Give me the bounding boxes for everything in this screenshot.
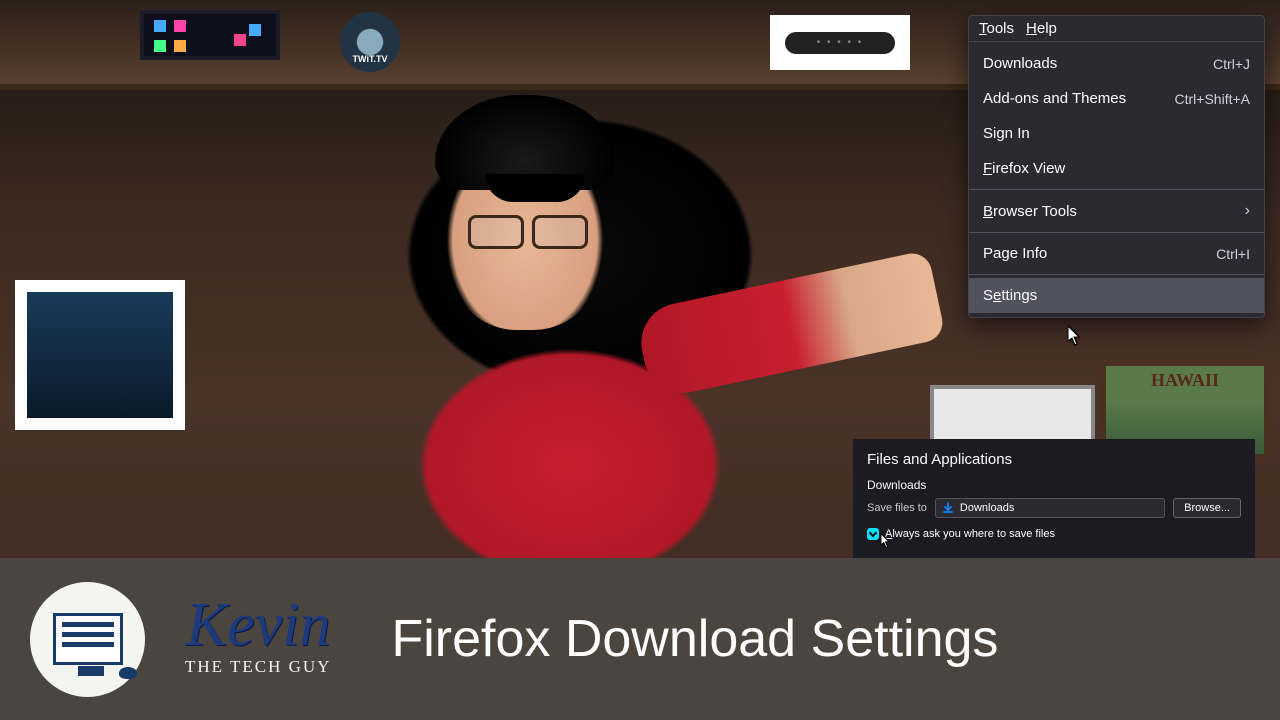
video-title: Firefox Download Settings: [391, 609, 998, 669]
title-banner: Kevin THE TECH GUY Firefox Download Sett…: [0, 558, 1280, 720]
always-ask-label: Always ask you where to save files: [885, 528, 1055, 540]
menu-label: Add-ons and Themes: [983, 90, 1126, 107]
menu-shortcut: Ctrl+I: [1216, 246, 1250, 262]
menu-label: Browser Tools: [983, 203, 1077, 220]
menu-item-firefox-view[interactable]: Firefox View: [969, 151, 1264, 186]
watch-frame: • • • • •: [770, 15, 910, 70]
always-ask-option[interactable]: Always ask you where to save files: [867, 528, 1241, 540]
glasses: [468, 215, 588, 245]
download-path-field[interactable]: Downloads: [935, 498, 1165, 518]
twit-logo: TWiT.TV: [340, 12, 400, 72]
menu-item-page-info[interactable]: Page Info Ctrl+I: [969, 236, 1264, 271]
menu-item-browser-tools[interactable]: Browser Tools ›: [969, 193, 1264, 229]
menu-separator: [969, 274, 1264, 275]
download-path-value: Downloads: [960, 502, 1014, 514]
kevin-name: Kevin: [186, 601, 331, 651]
section-title: Files and Applications: [867, 451, 1241, 468]
firefox-tools-menu: Tools Help Downloads Ctrl+J Add-ons and …: [968, 15, 1265, 318]
menu-label: Downloads: [983, 55, 1057, 72]
menu-label: Settings: [983, 287, 1037, 304]
menu-label: Sign In: [983, 125, 1030, 142]
stream-deck: [140, 10, 280, 60]
menu-item-settings[interactable]: Settings: [969, 278, 1264, 313]
kevin-subtitle: THE TECH GUY: [185, 657, 331, 677]
menu-separator: [969, 232, 1264, 233]
menu-separator: [969, 189, 1264, 190]
menu-item-downloads[interactable]: Downloads Ctrl+J: [969, 46, 1264, 81]
chevron-right-icon: ›: [1245, 202, 1250, 220]
watch-band: • • • • •: [785, 32, 895, 54]
kevin-logo: Kevin THE TECH GUY: [185, 601, 331, 677]
downloads-heading: Downloads: [867, 478, 1241, 492]
mouse-icon: [119, 667, 137, 679]
menu-help[interactable]: Help: [1026, 20, 1057, 37]
menu-tools[interactable]: Tools: [979, 20, 1014, 37]
radio-selected-icon: [867, 528, 879, 540]
menu-shortcut: Ctrl+Shift+A: [1175, 91, 1250, 107]
monitor-icon: [53, 613, 123, 665]
picture-frame: [15, 280, 185, 430]
menu-label: Firefox View: [983, 160, 1065, 177]
save-files-to-label: Save files to: [867, 502, 927, 514]
browse-button[interactable]: Browse...: [1173, 498, 1241, 518]
menubar: Tools Help: [969, 16, 1264, 42]
settings-files-panel: Files and Applications Downloads Save fi…: [853, 439, 1255, 558]
menu-item-signin[interactable]: Sign In: [969, 116, 1264, 151]
download-arrow-icon: [942, 502, 954, 514]
menu-label: Page Info: [983, 245, 1047, 262]
menu-shortcut: Ctrl+J: [1213, 56, 1250, 72]
menu-item-addons[interactable]: Add-ons and Themes Ctrl+Shift+A: [969, 81, 1264, 116]
logo-circle: [30, 582, 145, 697]
